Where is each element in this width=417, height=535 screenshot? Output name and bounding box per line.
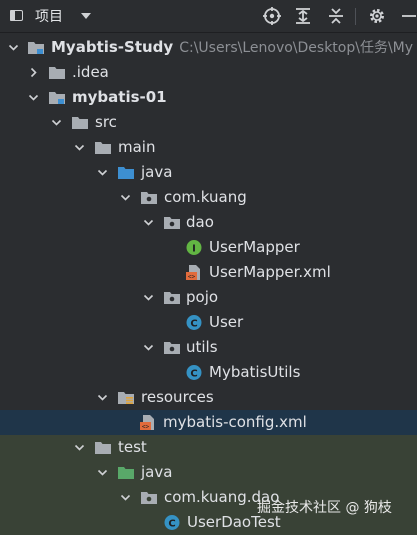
xml-file-icon: <> (186, 265, 200, 281)
tree-item-label: UserMapper.xml (209, 263, 331, 281)
chevron-down-icon[interactable] (143, 217, 154, 228)
chevron-down-icon[interactable] (143, 292, 154, 303)
settings-gear-icon[interactable] (367, 6, 387, 26)
svg-text:C: C (190, 369, 197, 380)
tree-item-label: src (95, 113, 117, 131)
expand-all-icon[interactable] (293, 6, 313, 26)
toolbar-actions (0, 0, 417, 33)
tree-item-mybatisutils[interactable]: C MybatisUtils (0, 360, 417, 385)
tree-item-mybatis-config-xml[interactable]: <> mybatis-config.xml (0, 410, 417, 435)
package-icon (164, 342, 180, 354)
tree-item-label: test (118, 438, 147, 456)
tree-item-myabtis-study[interactable]: Myabtis-Study C:\Users\Lenovo\Desktop\任务\… (0, 35, 417, 60)
tree-item-resources[interactable]: resources (0, 385, 417, 410)
tree-item-test-java[interactable]: java (0, 460, 417, 485)
package-icon (141, 492, 157, 504)
test-source-folder-icon (118, 467, 134, 479)
tree-item-idea[interactable]: .idea (0, 60, 417, 85)
svg-text:I: I (192, 244, 196, 255)
chevron-down-icon[interactable] (120, 492, 131, 503)
tree-item-src[interactable]: src (0, 110, 417, 135)
tree-item-usermapper-xml[interactable]: <> UserMapper.xml (0, 260, 417, 285)
class-icon: C (186, 315, 202, 330)
chevron-down-icon[interactable] (97, 392, 108, 403)
tree-item-label: java (141, 463, 173, 481)
chevron-down-icon[interactable] (8, 42, 19, 53)
tree-item-label: pojo (186, 288, 219, 306)
package-icon (141, 192, 157, 204)
tree-item-test[interactable]: test (0, 435, 417, 460)
tree-item-label: utils (186, 338, 218, 356)
svg-text:<>: <> (188, 274, 196, 281)
svg-text:C: C (168, 519, 175, 530)
class-icon: C (186, 365, 202, 380)
tree-item-label: Myabtis-Study (51, 38, 174, 56)
chevron-down-icon[interactable] (143, 342, 154, 353)
chevron-down-icon[interactable] (120, 192, 131, 203)
chevron-down-icon[interactable] (74, 142, 85, 153)
toolbar-separator (355, 8, 356, 25)
package-icon (164, 292, 180, 304)
chevron-down-icon[interactable] (51, 117, 62, 128)
chevron-down-icon[interactable] (97, 467, 108, 478)
tree-item-label: java (141, 163, 173, 181)
resources-folder-icon (118, 392, 134, 404)
tree-item-utils[interactable]: utils (0, 335, 417, 360)
tree-item-label: mybatis-01 (72, 88, 167, 106)
chevron-down-icon[interactable] (28, 92, 39, 103)
tree-item-com-kuang[interactable]: com.kuang (0, 185, 417, 210)
source-folder-icon (118, 167, 134, 179)
chevron-down-icon[interactable] (74, 442, 85, 453)
tree-item-label: resources (141, 388, 214, 406)
tree-item-label: UserMapper (209, 238, 300, 256)
tree-item-label: .idea (72, 63, 109, 81)
tree-item-mybatis-01[interactable]: mybatis-01 (0, 85, 417, 110)
svg-text:<>: <> (142, 424, 150, 431)
tree-item-usermapper[interactable]: I UserMapper (0, 235, 417, 260)
module-folder-icon (49, 92, 65, 104)
chevron-down-icon[interactable] (97, 167, 108, 178)
tree-item-label: mybatis-config.xml (163, 413, 307, 431)
project-tree: Myabtis-Study C:\Users\Lenovo\Desktop\任务\… (0, 33, 417, 535)
interface-icon: I (186, 240, 202, 255)
tree-item-label: dao (186, 213, 214, 231)
tree-item-pojo[interactable]: pojo (0, 285, 417, 310)
collapse-all-icon[interactable] (326, 6, 346, 26)
folder-icon (95, 142, 111, 154)
tree-item-label: com.kuang (164, 188, 247, 206)
package-icon (164, 217, 180, 229)
folder-icon (72, 117, 88, 129)
class-icon: C (164, 515, 180, 530)
tree-item-main[interactable]: main (0, 135, 417, 160)
chevron-right-icon[interactable] (28, 67, 39, 78)
folder-icon (49, 67, 65, 79)
tree-item-dao[interactable]: dao (0, 210, 417, 235)
locate-icon[interactable] (262, 6, 282, 26)
project-toolbar: 项目 (0, 0, 417, 33)
minimize-icon[interactable] (399, 6, 417, 26)
tree-item-java[interactable]: java (0, 160, 417, 185)
tree-item-label: main (118, 138, 156, 156)
tree-item-user[interactable]: C User (0, 310, 417, 335)
watermark-text: 掘金技术社区 @ 狗枝 (257, 500, 392, 516)
tree-item-label: MybatisUtils (209, 363, 301, 381)
tree-item-label: User (209, 313, 244, 331)
module-folder-icon (28, 42, 44, 54)
xml-file-icon: <> (140, 415, 154, 431)
svg-text:C: C (190, 319, 197, 330)
folder-icon (95, 442, 111, 454)
tree-item-path: C:\Users\Lenovo\Desktop\任务\My (179, 40, 414, 56)
